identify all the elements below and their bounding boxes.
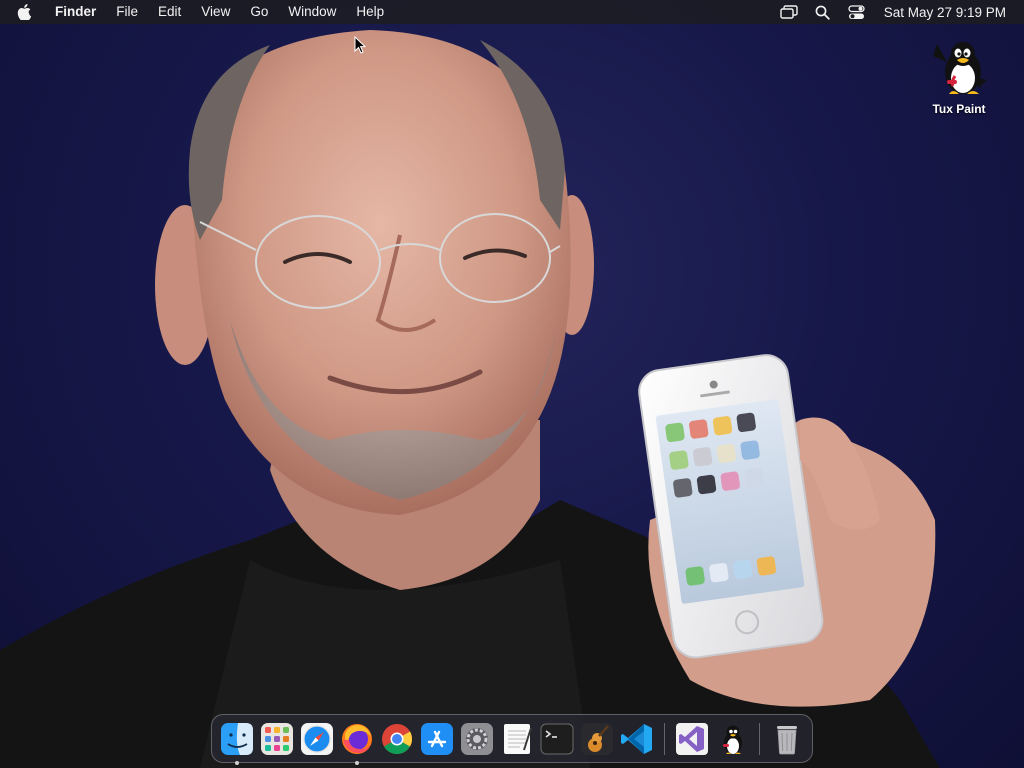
running-indicator — [355, 760, 359, 765]
spotlight-search-icon[interactable] — [814, 3, 832, 21]
dock-item-app-store[interactable] — [420, 722, 454, 756]
dock-separator — [759, 722, 760, 755]
apple-menu-icon[interactable] — [17, 0, 37, 24]
dock-item-terminal[interactable] — [540, 722, 574, 756]
trash-icon — [777, 725, 797, 754]
app-store-icon — [421, 722, 453, 755]
system-preferences-icon — [461, 722, 493, 755]
desktop-icon-label: Tux Paint — [932, 102, 986, 116]
terminal-icon — [540, 723, 574, 754]
menu-window[interactable]: Window — [278, 0, 346, 24]
mouse-cursor-icon — [354, 35, 367, 59]
menu-help[interactable]: Help — [346, 0, 394, 24]
textedit-icon — [504, 723, 532, 754]
dock-item-system-preferences[interactable] — [460, 722, 494, 756]
dock-item-textedit[interactable] — [500, 722, 534, 756]
vscode-icon — [621, 723, 652, 754]
firefox-icon — [342, 723, 372, 754]
menu-view[interactable]: View — [191, 0, 240, 24]
menu-file[interactable]: File — [106, 0, 148, 24]
visual-studio-icon — [676, 722, 708, 755]
wallpaper-photo — [0, 30, 940, 768]
menu-bar: Finder File Edit View Go Window Help Sat… — [0, 0, 1024, 24]
tux-paint-icon — [933, 42, 987, 94]
launchpad-icon — [261, 722, 293, 755]
menu-go[interactable]: Go — [240, 0, 278, 24]
tux-paint-icon — [723, 725, 742, 754]
dock-item-tux-paint[interactable] — [715, 722, 749, 756]
garageband-icon — [581, 722, 613, 755]
dock-item-visual-studio[interactable] — [675, 722, 709, 756]
finder-icon — [221, 722, 253, 755]
desktop-wallpaper — [0, 0, 1024, 768]
dock-item-chrome[interactable] — [380, 722, 414, 756]
dock-item-safari[interactable] — [300, 722, 334, 756]
dock-item-garageband[interactable] — [580, 722, 614, 756]
menu-app-finder[interactable]: Finder — [53, 0, 106, 24]
running-indicator — [235, 760, 239, 765]
menu-bar-clock[interactable]: Sat May 27 9:19 PM — [884, 5, 1006, 20]
dock-item-vscode[interactable] — [620, 722, 654, 756]
dock-item-finder[interactable] — [220, 722, 254, 765]
screen-mirroring-icon[interactable] — [779, 3, 798, 21]
safari-icon — [301, 722, 333, 755]
dock — [211, 714, 813, 765]
dock-separator — [664, 722, 665, 755]
chrome-icon — [382, 723, 413, 754]
dock-item-firefox[interactable] — [340, 722, 374, 765]
menu-edit[interactable]: Edit — [148, 0, 191, 24]
dock-item-launchpad[interactable] — [260, 722, 294, 756]
desktop-icon-tux-paint[interactable]: Tux Paint — [920, 36, 998, 116]
dock-item-trash[interactable] — [770, 722, 804, 756]
control-center-icon[interactable] — [848, 3, 866, 21]
